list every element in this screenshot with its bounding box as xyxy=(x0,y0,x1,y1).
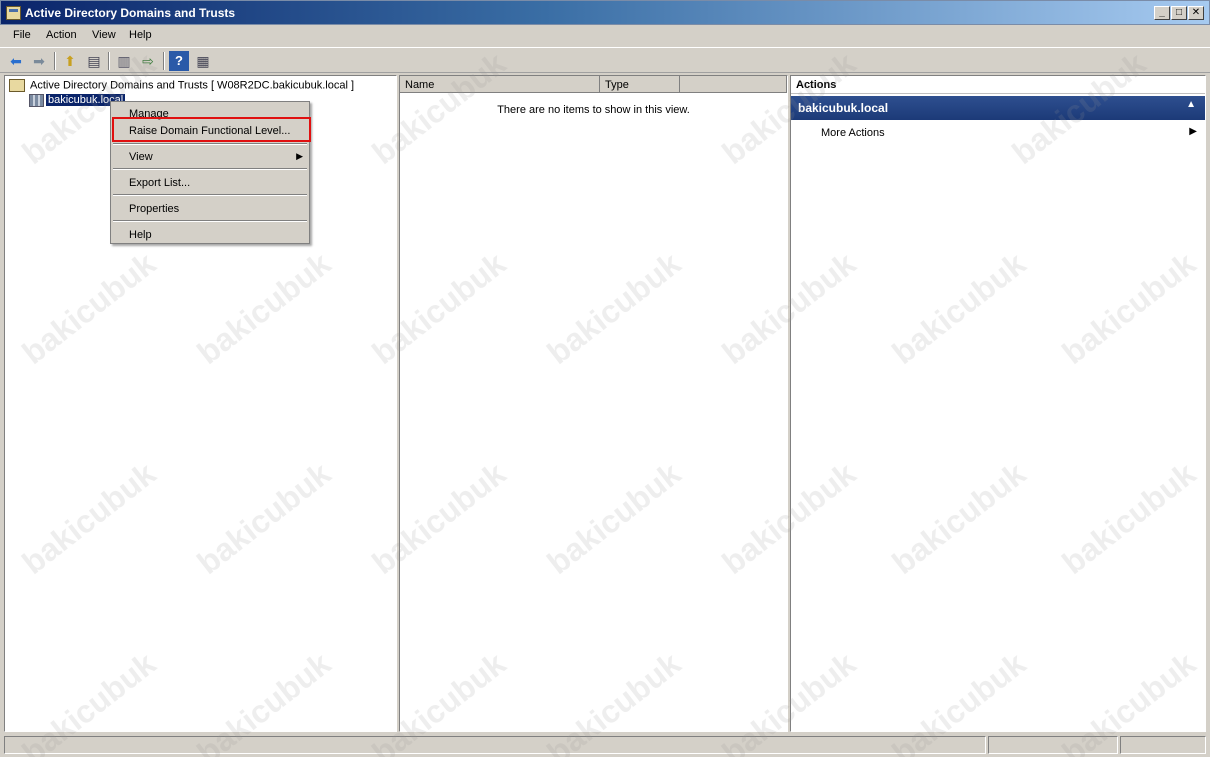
tree-root-label: Active Directory Domains and Trusts [ W0… xyxy=(30,79,355,92)
menu-action[interactable]: Action xyxy=(46,29,77,41)
more-actions-item[interactable]: More Actions xyxy=(821,127,885,139)
minimize-button[interactable]: _ xyxy=(1154,6,1170,20)
context-menu-view[interactable]: View ▶ xyxy=(111,147,309,167)
menu-help[interactable]: Help xyxy=(129,29,152,41)
window-title: Active Directory Domains and Trusts xyxy=(25,6,236,20)
export-list-icon[interactable]: ⇨ xyxy=(138,51,158,71)
context-menu-separator xyxy=(113,143,307,145)
context-menu-view-label: View xyxy=(129,151,153,163)
column-header-type[interactable]: Type xyxy=(600,76,680,93)
status-cell-3 xyxy=(1120,736,1206,754)
collapse-up-icon[interactable]: ▲ xyxy=(1186,99,1196,110)
toolbar: ⬅ ➡ ⬆ ▤ ▥ ⇨ ? ▦ xyxy=(0,47,1210,73)
context-menu-separator xyxy=(113,194,307,196)
submenu-arrow-icon: ▶ xyxy=(296,151,303,161)
close-button[interactable]: ✕ xyxy=(1188,6,1204,20)
title-bar[interactable]: Active Directory Domains and Trusts _ □ … xyxy=(0,0,1210,25)
maximize-button[interactable]: □ xyxy=(1171,6,1187,20)
list-pane[interactable]: Name Type There are no items to show in … xyxy=(399,75,788,732)
column-header-filler xyxy=(680,76,787,93)
menu-bar: File Action View Help xyxy=(0,25,1210,47)
domain-icon xyxy=(29,94,44,107)
app-icon xyxy=(6,6,21,20)
actions-pane: Actions bakicubuk.local ▲ More Actions ▶ xyxy=(790,75,1206,732)
toolbar-separator xyxy=(108,52,110,70)
menu-file[interactable]: File xyxy=(13,29,31,41)
menu-view[interactable]: View xyxy=(92,29,116,41)
context-menu-separator xyxy=(113,168,307,170)
forward-arrow-icon[interactable]: ➡ xyxy=(29,51,49,71)
column-header-name[interactable]: Name xyxy=(400,76,600,93)
back-arrow-icon[interactable]: ⬅ xyxy=(6,51,26,71)
action-pane-icon[interactable]: ▦ xyxy=(193,51,213,71)
ad-domains-trusts-icon xyxy=(9,79,25,92)
status-cell-main xyxy=(4,736,986,754)
help-icon[interactable]: ? xyxy=(169,51,189,71)
toolbar-separator xyxy=(163,52,165,70)
context-menu-properties[interactable]: Properties xyxy=(111,199,309,219)
context-menu-export-list[interactable]: Export List... xyxy=(111,173,309,193)
context-menu-separator xyxy=(113,220,307,222)
context-menu-help[interactable]: Help xyxy=(111,225,309,245)
tree-root-item[interactable]: Active Directory Domains and Trusts [ W0… xyxy=(9,79,354,92)
submenu-arrow-icon: ▶ xyxy=(1189,126,1197,137)
empty-list-message: There are no items to show in this view. xyxy=(497,104,690,116)
up-folder-icon[interactable]: ⬆ xyxy=(60,51,80,71)
actions-section-domain[interactable]: bakicubuk.local ▲ xyxy=(791,96,1205,120)
toolbar-separator xyxy=(54,52,56,70)
annotation-highlight-box xyxy=(112,117,311,142)
show-hide-tree-icon[interactable]: ▤ xyxy=(84,51,104,71)
actions-header: Actions xyxy=(791,76,1205,94)
status-bar xyxy=(0,733,1210,757)
actions-section-label: bakicubuk.local xyxy=(798,101,889,115)
status-cell-2 xyxy=(988,736,1118,754)
properties-icon[interactable]: ▥ xyxy=(114,51,134,71)
